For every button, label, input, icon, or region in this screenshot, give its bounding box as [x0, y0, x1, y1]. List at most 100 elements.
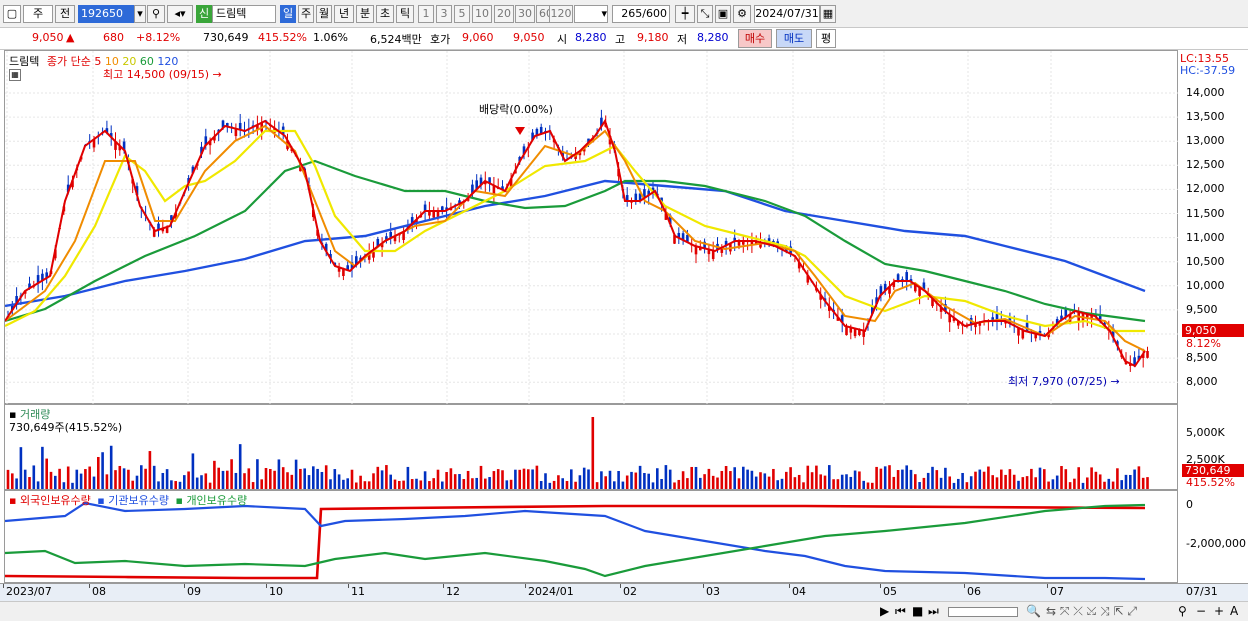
volume-bar	[372, 473, 375, 489]
volume-bar	[892, 476, 896, 489]
volume-bar	[333, 469, 337, 489]
volume-bar	[449, 468, 453, 489]
zoom-icon[interactable]: 🔍	[1026, 604, 1041, 618]
font-icon[interactable]: A	[1230, 604, 1238, 618]
candle-icon[interactable]: ┿	[675, 5, 695, 23]
volume-bar	[647, 473, 650, 489]
save-icon[interactable]: ▣	[715, 5, 731, 23]
volume-bar	[531, 469, 534, 489]
tab-year[interactable]: 년	[334, 5, 354, 23]
volume-bar	[79, 473, 83, 489]
volume-bar	[19, 447, 23, 489]
volume-bar	[926, 472, 930, 489]
low-annotation: 최저 7,970 (07/25) →	[1008, 375, 1120, 388]
last-icon[interactable]: ⏭	[928, 604, 939, 619]
volume-bar	[935, 470, 939, 489]
stock-name-field[interactable]: 드림텍	[212, 5, 276, 23]
price-panel[interactable]: 드림텍 종가 단순 5 10 20 60 120 ▦ 최고 14,500 (09…	[4, 50, 1179, 405]
interval-20[interactable]: 20	[494, 5, 514, 23]
minus-icon[interactable]: −	[1196, 604, 1206, 618]
volume-bar	[453, 474, 457, 489]
count-input[interactable]: 265/600	[612, 5, 670, 23]
scroll-right-icon[interactable]: ▶	[880, 604, 889, 618]
hold-y-label: 0	[1186, 498, 1193, 511]
grid-icon[interactable]: ▦	[9, 69, 21, 81]
date-input[interactable]: 2024/07/31	[754, 5, 820, 23]
volume-bar	[733, 467, 736, 489]
price-chart[interactable]	[5, 51, 1179, 405]
volume-bar	[84, 469, 87, 489]
speaker-icon[interactable]: ◂▾	[167, 5, 193, 23]
window-icon[interactable]: ▢	[3, 5, 21, 23]
legend-individual-text: 개인보유수량	[186, 494, 248, 507]
first-icon[interactable]: ⏮	[895, 604, 906, 619]
volume-bar	[720, 470, 724, 489]
sell-button[interactable]: 매도	[776, 29, 812, 48]
volume-panel[interactable]: ▪ 거래량 730,649주(415.52%)	[4, 404, 1178, 490]
volume-bar	[109, 445, 113, 489]
x-tick	[620, 584, 621, 588]
price-y-label: 12,500	[1186, 158, 1225, 172]
chevron-down-icon[interactable]: ▾	[134, 5, 146, 23]
tools-icon[interactable]: ⇆ ⤧ ⤫ ⤩ ⤨ ⇱ ⤢	[1046, 604, 1137, 619]
interval-1[interactable]: 1	[418, 5, 434, 23]
stop-icon[interactable]: ■	[912, 604, 923, 618]
volume-bar	[621, 481, 625, 489]
interval-30[interactable]: 30	[515, 5, 535, 23]
x-tick	[3, 584, 4, 588]
volume-bar	[1021, 477, 1025, 489]
tab-second[interactable]: 초	[376, 5, 394, 23]
search-icon[interactable]: ⚲	[1178, 604, 1187, 618]
current-price: 9,050	[32, 31, 64, 44]
interval-3[interactable]: 3	[436, 5, 452, 23]
volume-bar	[458, 474, 461, 489]
volume-bar	[312, 466, 315, 489]
volume-bar	[608, 470, 612, 489]
calendar-icon[interactable]: ▦	[820, 5, 836, 23]
draw-icon[interactable]: ⤡	[697, 5, 713, 23]
volume-bar	[862, 480, 865, 489]
volume-bar	[1038, 467, 1042, 489]
volume-bar	[548, 482, 552, 489]
volume-bar	[462, 479, 466, 489]
stock-code-input[interactable]: 192650	[78, 5, 134, 23]
volume-bar	[251, 482, 255, 489]
x-tick	[1047, 584, 1048, 588]
tab-week[interactable]: 주	[298, 5, 314, 23]
volume-bar	[1060, 466, 1063, 489]
prev-button[interactable]: 전	[55, 5, 75, 23]
zoom-slider[interactable]	[948, 607, 1018, 617]
volume-bar	[410, 479, 414, 489]
holding-panel[interactable]: ▪ 외국인보유수량 ▪ 기관보유수량 ▪ 개인보유수량	[4, 490, 1178, 583]
volume-bar	[785, 471, 788, 489]
volume-bar	[54, 475, 57, 489]
interval-120[interactable]: 120	[549, 5, 573, 23]
interval-custom[interactable]: ▾	[574, 5, 608, 23]
volume-bar	[1055, 475, 1059, 489]
ask-price: 9,060	[462, 31, 494, 44]
tab-tick[interactable]: 틱	[396, 5, 414, 23]
volume-bar	[1047, 481, 1050, 489]
volume-bar	[389, 474, 392, 489]
plus-icon[interactable]: +	[1214, 604, 1224, 618]
interval-10[interactable]: 10	[472, 5, 492, 23]
tab-minute[interactable]: 분	[356, 5, 374, 23]
buy-button[interactable]: 매수	[738, 29, 772, 48]
volume-bar	[226, 470, 229, 489]
gear-icon[interactable]: ⚙	[733, 5, 751, 23]
price-y-label: 10,500	[1186, 254, 1225, 268]
x-tick	[880, 584, 881, 588]
volume-bar	[565, 481, 569, 489]
dividend-annotation: 배당락(0.00%)	[479, 103, 553, 116]
period-select[interactable]: 주	[23, 5, 53, 23]
tab-day[interactable]: 일	[280, 5, 296, 23]
holding-axis: 0 -2,000,000	[1178, 490, 1248, 583]
volume-bar	[66, 466, 70, 489]
tab-month[interactable]: 월	[316, 5, 332, 23]
volume-chart[interactable]	[5, 405, 1179, 491]
bid-price: 9,050	[513, 31, 545, 44]
eval-button[interactable]: 평	[816, 29, 836, 48]
interval-5[interactable]: 5	[454, 5, 470, 23]
ma20-line	[5, 129, 1145, 333]
search-icon[interactable]: ⚲	[147, 5, 165, 23]
